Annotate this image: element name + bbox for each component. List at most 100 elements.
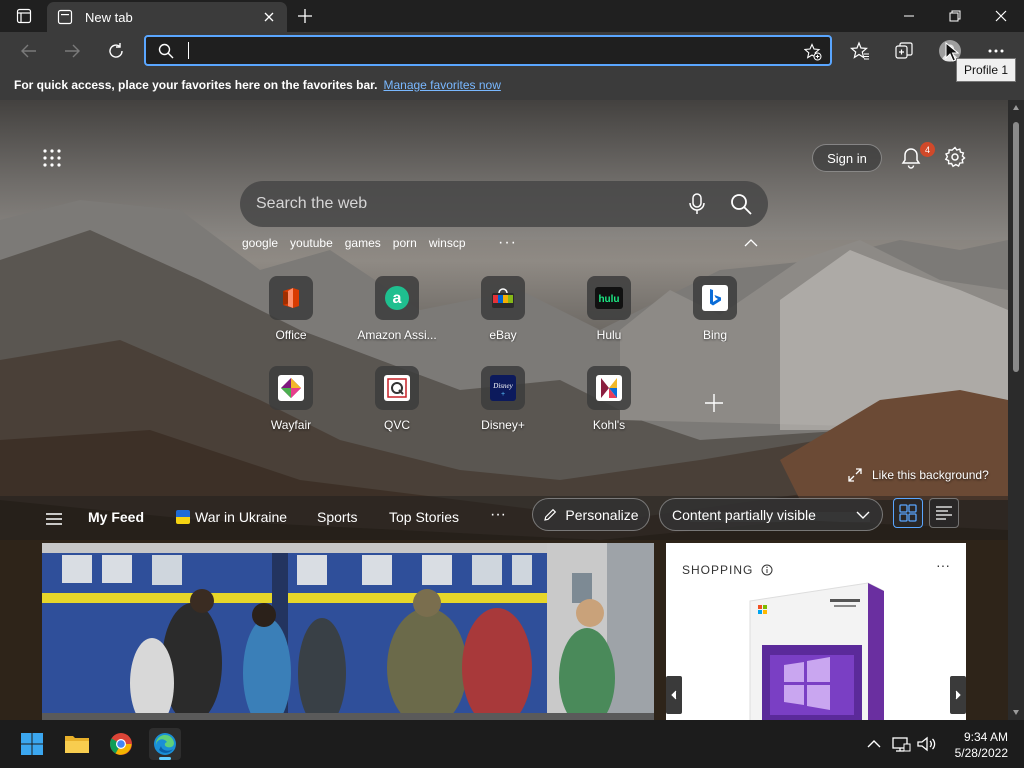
tile-label: Kohl's — [592, 418, 626, 432]
info-icon[interactable] — [761, 564, 773, 576]
scrollbar-thumb[interactable] — [1013, 122, 1019, 372]
favorites-icon[interactable] — [849, 40, 871, 62]
chrome-icon — [110, 733, 132, 755]
chevron-down-icon — [856, 511, 870, 519]
expand-icon — [848, 468, 862, 482]
like-background-text: Like this background? — [872, 468, 989, 482]
trending-search-item[interactable]: porn — [393, 236, 417, 250]
tab-actions-icon[interactable] — [10, 6, 38, 26]
close-window-button[interactable] — [978, 0, 1024, 32]
trending-search-item[interactable]: google — [242, 236, 278, 250]
clock-date: 5/28/2022 — [954, 746, 1008, 760]
manage-favorites-link[interactable]: Manage favorites now — [383, 78, 500, 92]
collections-icon[interactable] — [893, 40, 915, 62]
quick-link-tile[interactable]: a Amazon Assi... — [357, 276, 437, 346]
feed-tab-my-feed[interactable]: My Feed — [88, 509, 144, 525]
quick-link-tile[interactable]: Office — [251, 276, 331, 346]
quick-link-tile[interactable]: Wayfair — [251, 366, 331, 436]
carousel-next-button[interactable] — [950, 676, 966, 714]
microphone-icon[interactable] — [688, 193, 706, 215]
quick-link-tile[interactable]: eBay — [463, 276, 543, 346]
network-icon[interactable] — [891, 734, 911, 754]
profile-tooltip: Profile 1 — [956, 58, 1016, 82]
title-bar: New tab — [0, 0, 1024, 32]
search-icon[interactable] — [730, 193, 752, 215]
text-caret — [188, 42, 189, 59]
tile-label: eBay — [489, 328, 517, 342]
notifications-bell-icon[interactable] — [900, 147, 922, 169]
clock-time: 9:34 AM — [963, 730, 1008, 744]
sign-in-button[interactable]: Sign in — [812, 144, 882, 172]
close-tab-icon[interactable] — [261, 9, 277, 25]
favorites-bar: For quick access, place your favorites h… — [0, 70, 1024, 100]
trending-search-item[interactable]: youtube — [290, 236, 333, 250]
grid-layout-button[interactable] — [893, 498, 923, 528]
web-search-box[interactable]: Search the web — [240, 181, 768, 227]
scroll-down-arrow-icon[interactable] — [1012, 708, 1020, 716]
chrome-button[interactable] — [105, 728, 137, 760]
quick-link-tile[interactable]: Disney + Disney+ — [463, 366, 543, 436]
feed-more-button[interactable]: ··· — [490, 506, 506, 524]
refresh-button[interactable] — [101, 37, 131, 65]
volume-icon[interactable] — [916, 734, 936, 754]
folder-icon — [65, 736, 89, 753]
file-explorer-button[interactable] — [61, 728, 93, 760]
chevron-left-icon — [671, 690, 677, 700]
wayfair-icon — [278, 375, 304, 401]
feed-tab-war-in-ukraine[interactable]: War in Ukraine — [195, 509, 287, 525]
feed-tab-sports[interactable]: Sports — [317, 509, 357, 525]
news-photo-train-station — [42, 543, 654, 720]
windows-taskbar: 9:34 AM 5/28/2022 — [0, 720, 1024, 768]
tab-new-tab[interactable]: New tab — [47, 2, 287, 32]
shopping-title: SHOPPING — [682, 563, 754, 577]
trending-search-item[interactable]: winscp — [429, 236, 466, 250]
content-visibility-dropdown[interactable]: Content partially visible — [659, 498, 883, 531]
back-button[interactable] — [14, 37, 44, 65]
add-site-plus-icon[interactable] — [702, 391, 726, 415]
quick-link-tile[interactable]: QVC — [357, 366, 437, 436]
apps-launcher-icon[interactable] — [42, 148, 62, 168]
list-view-icon — [936, 506, 952, 520]
add-favorite-icon[interactable] — [804, 43, 822, 61]
tile-label: Disney+ — [481, 418, 525, 432]
address-bar[interactable] — [144, 35, 832, 66]
news-card-image[interactable] — [42, 543, 654, 720]
list-layout-button[interactable] — [929, 498, 959, 528]
carousel-prev-button[interactable] — [666, 676, 682, 714]
notification-badge: 4 — [920, 142, 935, 157]
chevron-up-icon[interactable] — [744, 238, 758, 248]
forward-button[interactable] — [57, 37, 87, 65]
shopping-card[interactable]: SHOPPING ··· — [666, 543, 966, 720]
quick-link-tile[interactable]: Bing — [675, 276, 755, 346]
hamburger-menu-icon[interactable] — [45, 512, 63, 526]
svg-text:Disney: Disney — [492, 382, 513, 390]
quick-link-tile[interactable]: hulu Hulu — [569, 276, 649, 346]
edge-button[interactable] — [149, 728, 181, 760]
page-scrollbar[interactable] — [1008, 100, 1024, 720]
quick-link-tile[interactable]: Kohl's — [569, 366, 649, 436]
new-tab-button[interactable] — [292, 4, 318, 28]
new-tab-page-icon — [57, 9, 73, 25]
start-button[interactable] — [16, 728, 48, 760]
ebay-icon — [492, 288, 514, 308]
search-icon — [158, 43, 174, 58]
tile-label: Amazon Assi... — [357, 328, 437, 342]
amazon-icon: a — [385, 286, 409, 310]
tile-label: QVC — [383, 418, 410, 432]
system-clock[interactable]: 9:34 AM 5/28/2022 — [942, 729, 1008, 761]
like-background-button[interactable]: Like this background? — [848, 468, 989, 482]
restore-button[interactable] — [932, 0, 978, 32]
feed-navigation-bar: My Feed War in Ukraine Sports Top Storie… — [0, 496, 1008, 540]
trending-search-item[interactable]: games — [345, 236, 381, 250]
trending-more-button[interactable]: ··· — [498, 234, 517, 252]
tile-label: Office — [275, 328, 307, 342]
personalize-button[interactable]: Personalize — [532, 498, 650, 531]
show-hidden-icons-chevron-icon[interactable] — [864, 734, 884, 754]
minimize-button[interactable] — [886, 0, 932, 32]
shopping-more-button[interactable]: ··· — [936, 557, 950, 573]
svg-text:hulu: hulu — [598, 294, 619, 305]
address-input[interactable] — [184, 39, 830, 62]
page-settings-gear-icon[interactable] — [944, 146, 966, 168]
scroll-up-arrow-icon[interactable] — [1012, 104, 1020, 112]
feed-tab-top-stories[interactable]: Top Stories — [389, 509, 459, 525]
